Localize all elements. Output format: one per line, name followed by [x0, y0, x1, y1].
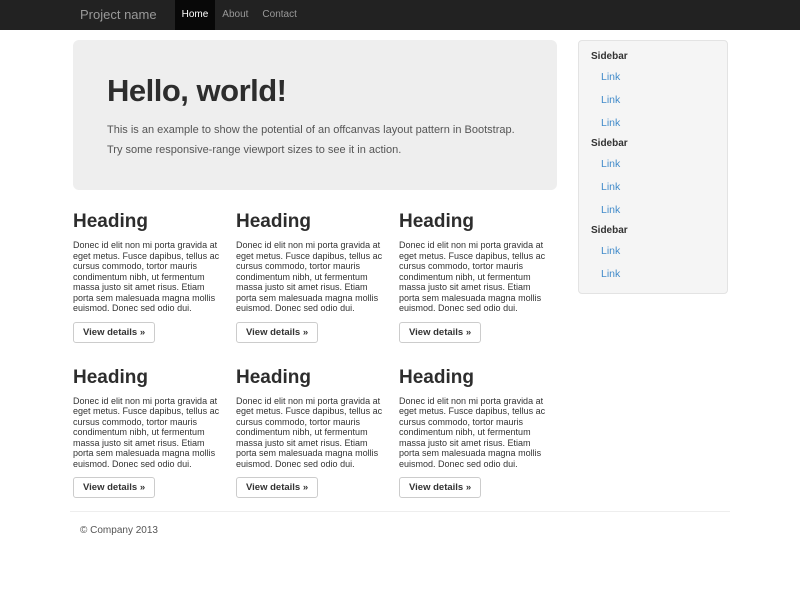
card-heading: Heading	[73, 366, 220, 390]
page-container: Hello, world! This is an example to show…	[70, 40, 730, 536]
card-heading: Heading	[236, 210, 383, 234]
view-details-button[interactable]: View details »	[236, 477, 318, 498]
card-body-text: Donec id elit non mi porta gravida at eg…	[399, 396, 546, 470]
nav-link-about[interactable]: About	[215, 0, 255, 30]
navbar-brand[interactable]: Project name	[80, 0, 157, 30]
card-heading: Heading	[236, 366, 383, 390]
sidebar-header: Sidebar	[591, 136, 719, 152]
jumbotron-description: This is an example to show the potential…	[107, 120, 523, 160]
sidebar-link[interactable]: Link	[591, 94, 620, 106]
sidebar-link[interactable]: Link	[591, 71, 620, 83]
nav-item-about: About	[215, 0, 255, 30]
card-body-text: Donec id elit non mi porta gravida at eg…	[399, 240, 546, 314]
view-details-button[interactable]: View details »	[73, 477, 155, 498]
sidebar-link-item: Link	[591, 111, 719, 134]
card-body-text: Donec id elit non mi porta gravida at eg…	[236, 396, 383, 470]
nav-link-contact[interactable]: Contact	[255, 0, 303, 30]
sidebar: Sidebar Link Link Link Sidebar Link Link…	[578, 40, 728, 294]
sidebar-link[interactable]: Link	[591, 117, 620, 129]
feature-card-2: Heading Donec id elit non mi porta gravi…	[233, 190, 396, 343]
navbar: Project name Home About Contact	[0, 0, 800, 30]
sidebar-link[interactable]: Link	[591, 181, 620, 193]
card-heading: Heading	[73, 210, 220, 234]
sidebar-header: Sidebar	[591, 223, 719, 239]
feature-card-5: Heading Donec id elit non mi porta gravi…	[233, 346, 396, 499]
card-body-text: Donec id elit non mi porta gravida at eg…	[73, 240, 220, 314]
view-details-button[interactable]: View details »	[399, 322, 481, 343]
card-body-text: Donec id elit non mi porta gravida at eg…	[73, 396, 220, 470]
sidebar-link-item: Link	[591, 65, 719, 88]
sidebar-link-item: Link	[591, 198, 719, 221]
content-row: Hello, world! This is an example to show…	[70, 40, 730, 501]
page-title: Hello, world!	[107, 72, 523, 110]
card-body-text: Donec id elit non mi porta gravida at eg…	[236, 240, 383, 314]
nav-link-home[interactable]: Home	[175, 0, 216, 30]
footer-divider	[70, 511, 730, 512]
feature-cards-grid: Heading Donec id elit non mi porta gravi…	[70, 190, 567, 501]
sidebar-panel: Sidebar Link Link Link Sidebar Link Link…	[578, 40, 728, 294]
feature-card-6: Heading Donec id elit non mi porta gravi…	[396, 346, 559, 499]
main-content: Hello, world! This is an example to show…	[70, 40, 567, 501]
sidebar-link[interactable]: Link	[591, 268, 620, 280]
jumbotron: Hello, world! This is an example to show…	[73, 40, 557, 190]
feature-card-4: Heading Donec id elit non mi porta gravi…	[70, 346, 233, 499]
navbar-menu: Home About Contact	[175, 0, 304, 30]
sidebar-header: Sidebar	[591, 49, 719, 65]
nav-item-home: Home	[175, 0, 216, 30]
sidebar-link[interactable]: Link	[591, 204, 620, 216]
feature-card-3: Heading Donec id elit non mi porta gravi…	[396, 190, 559, 343]
card-heading: Heading	[399, 210, 546, 234]
footer: © Company 2013	[70, 511, 730, 536]
sidebar-link-item: Link	[591, 152, 719, 175]
sidebar-link-item: Link	[591, 239, 719, 262]
nav-item-contact: Contact	[255, 0, 303, 30]
sidebar-nav-list: Sidebar Link Link Link Sidebar Link Link…	[591, 49, 719, 285]
sidebar-link[interactable]: Link	[591, 158, 620, 170]
card-heading: Heading	[399, 366, 546, 390]
sidebar-link[interactable]: Link	[591, 245, 620, 257]
sidebar-link-item: Link	[591, 262, 719, 285]
view-details-button[interactable]: View details »	[399, 477, 481, 498]
sidebar-link-item: Link	[591, 175, 719, 198]
feature-card-1: Heading Donec id elit non mi porta gravi…	[70, 190, 233, 343]
copyright-text: © Company 2013	[80, 525, 730, 536]
view-details-button[interactable]: View details »	[236, 322, 318, 343]
sidebar-link-item: Link	[591, 88, 719, 111]
view-details-button[interactable]: View details »	[73, 322, 155, 343]
